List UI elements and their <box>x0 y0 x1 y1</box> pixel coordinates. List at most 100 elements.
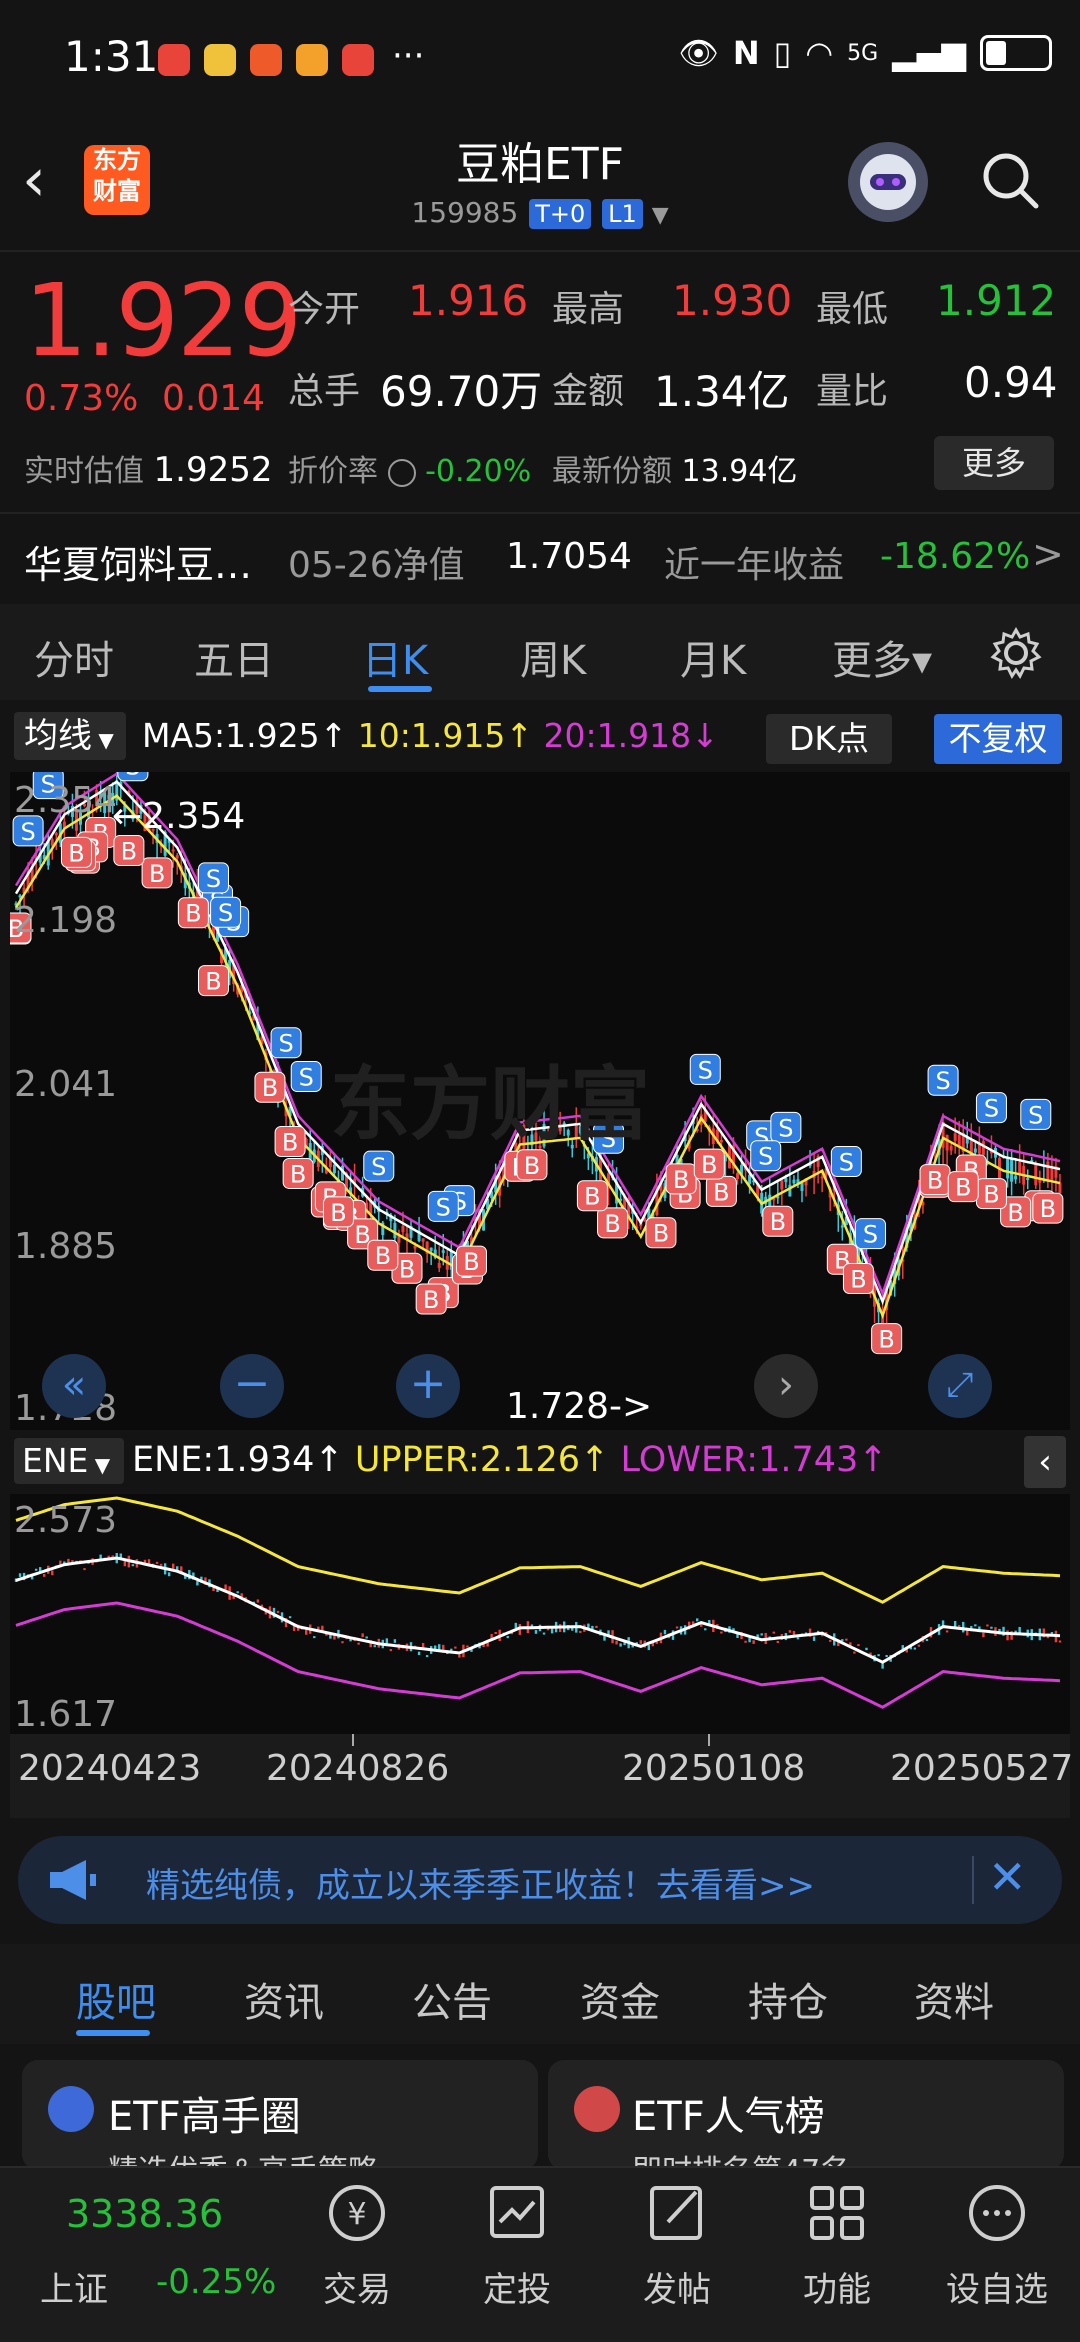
compose-icon[interactable] <box>642 2178 712 2248</box>
tab-daily-k[interactable]: 日K <box>362 628 428 686</box>
ene-candle <box>744 1640 747 1643</box>
ene-candle <box>595 1625 598 1629</box>
ene-candle <box>877 1654 880 1657</box>
ene-candle <box>425 1655 429 1658</box>
ene-candle <box>131 1564 135 1567</box>
svg-text:B: B <box>375 1242 391 1270</box>
tab-five-day[interactable]: 五日 <box>194 628 274 686</box>
dropdown-icon: ▼ <box>651 203 669 228</box>
svg-text:B: B <box>955 1174 971 1202</box>
ma20-value: 20:1.918↓ <box>543 716 719 755</box>
candle-body <box>1058 1182 1062 1194</box>
last-price: 1.929 <box>24 262 302 379</box>
svg-text:B: B <box>713 1178 729 1206</box>
more-button[interactable]: 更多 <box>934 436 1054 490</box>
close-icon[interactable]: ✕ <box>988 1850 1027 1904</box>
tab-intraday[interactable]: 分时 <box>34 628 114 686</box>
tab-more[interactable]: 更多▾ <box>832 628 932 686</box>
robot-assistant-icon[interactable] <box>848 142 928 222</box>
indicator-select[interactable]: 均线 ▼ <box>14 712 126 760</box>
ene-candle <box>696 1618 699 1622</box>
candle-body <box>1014 1175 1018 1180</box>
tab-announcements[interactable]: 公告 <box>412 1970 492 2028</box>
low-label: 最低 <box>816 289 889 330</box>
ene-candle <box>167 1572 171 1577</box>
svg-text:S: S <box>20 818 35 846</box>
nav-value: 1.7054 <box>506 536 632 577</box>
ene-candle <box>982 1632 985 1638</box>
candle-body <box>171 849 175 852</box>
app-notification-icon <box>250 44 282 76</box>
ene-candle <box>776 1640 780 1643</box>
buy-signal: B <box>597 1207 629 1239</box>
ene-candle <box>925 1638 929 1641</box>
ene-candle <box>853 1651 856 1654</box>
nav-trade[interactable]: 交易 <box>292 2262 422 2311</box>
ene-candle <box>373 1645 376 1648</box>
search-icon[interactable] <box>980 150 1040 210</box>
volume-label: 总手 <box>288 371 361 412</box>
svg-text:B: B <box>282 1128 298 1156</box>
candle-body <box>953 1133 957 1141</box>
tab-news[interactable]: 资讯 <box>244 1970 324 2028</box>
ene-svg <box>14 1496 1062 1709</box>
vibrate-icon: ▯ <box>773 34 792 72</box>
grid-icon[interactable] <box>802 2178 872 2248</box>
date-label: 20250108 <box>622 1748 806 1789</box>
nav-functions[interactable]: 功能 <box>772 2262 902 2311</box>
weibo-icon <box>204 44 236 76</box>
zoom-in-button[interactable]: + <box>396 1354 460 1418</box>
scroll-right-button[interactable]: › <box>754 1354 818 1418</box>
collapse-indicator-button[interactable]: ‹ <box>1024 1436 1066 1488</box>
tab-holdings[interactable]: 持仓 <box>748 1970 828 2028</box>
ene-candle <box>357 1642 360 1645</box>
tab-monthly-k[interactable]: 月K <box>680 628 746 686</box>
ene-candle <box>83 1568 86 1571</box>
ene-candle <box>71 1560 74 1563</box>
tab-profile[interactable]: 资料 <box>914 1970 994 2028</box>
ene-y-top: 2.573 <box>14 1500 118 1541</box>
active-tab-indicator <box>76 2030 150 2036</box>
svg-text:B: B <box>399 1255 415 1283</box>
svg-text:S: S <box>218 899 233 927</box>
ene-candle <box>256 1599 260 1603</box>
buy-signal: B <box>919 1164 951 1196</box>
svg-text:B: B <box>983 1181 999 1209</box>
y-label-3: 2.041 <box>14 1064 118 1105</box>
buy-signal: B <box>705 1175 737 1207</box>
svg-text:S: S <box>125 772 140 781</box>
high-value: 1.930 <box>672 276 793 325</box>
ene-chart[interactable] <box>10 1494 1070 1734</box>
ene-candle <box>466 1645 469 1648</box>
svg-text:¥: ¥ <box>347 2197 366 2232</box>
invest-plan-icon[interactable] <box>482 2178 552 2248</box>
volume-ratio-value: 0.94 <box>964 358 1058 407</box>
nav-post[interactable]: 发帖 <box>612 2262 742 2311</box>
tab-weekly-k[interactable]: 周K <box>520 628 586 686</box>
tab-funds[interactable]: 资金 <box>580 1970 660 2028</box>
divider <box>972 1856 974 1904</box>
ene-candle <box>534 1630 538 1634</box>
gear-icon[interactable] <box>990 626 1042 679</box>
more-dots-icon[interactable] <box>962 2178 1032 2248</box>
date-tick <box>352 1734 354 1746</box>
ene-candle <box>514 1622 518 1629</box>
buy-signal: B <box>113 835 145 867</box>
ene-candle <box>43 1573 46 1577</box>
svg-text:B: B <box>653 1220 669 1248</box>
zoom-out-button[interactable]: − <box>220 1354 284 1418</box>
info-icon[interactable] <box>387 458 416 487</box>
tab-forum[interactable]: 股吧 <box>76 1970 156 2028</box>
svg-text:B: B <box>673 1166 689 1194</box>
index-value[interactable]: 3338.36 <box>66 2192 223 2236</box>
scroll-left-button[interactable]: « <box>42 1354 106 1418</box>
nav-invest-plan[interactable]: 定投 <box>452 2262 582 2311</box>
dk-point-button[interactable]: DK点 <box>766 714 892 764</box>
fullscreen-icon[interactable]: ⤢ <box>928 1354 992 1418</box>
ene-candle <box>1058 1640 1062 1643</box>
nav-add-watchlist[interactable]: 设自选 <box>932 2262 1062 2311</box>
ene-candle <box>720 1631 723 1634</box>
trade-icon[interactable]: ¥ <box>322 2178 392 2248</box>
no-adjust-button[interactable]: 不复权 <box>934 714 1062 764</box>
ene-indicator-select[interactable]: ENE ▼ <box>14 1438 124 1484</box>
